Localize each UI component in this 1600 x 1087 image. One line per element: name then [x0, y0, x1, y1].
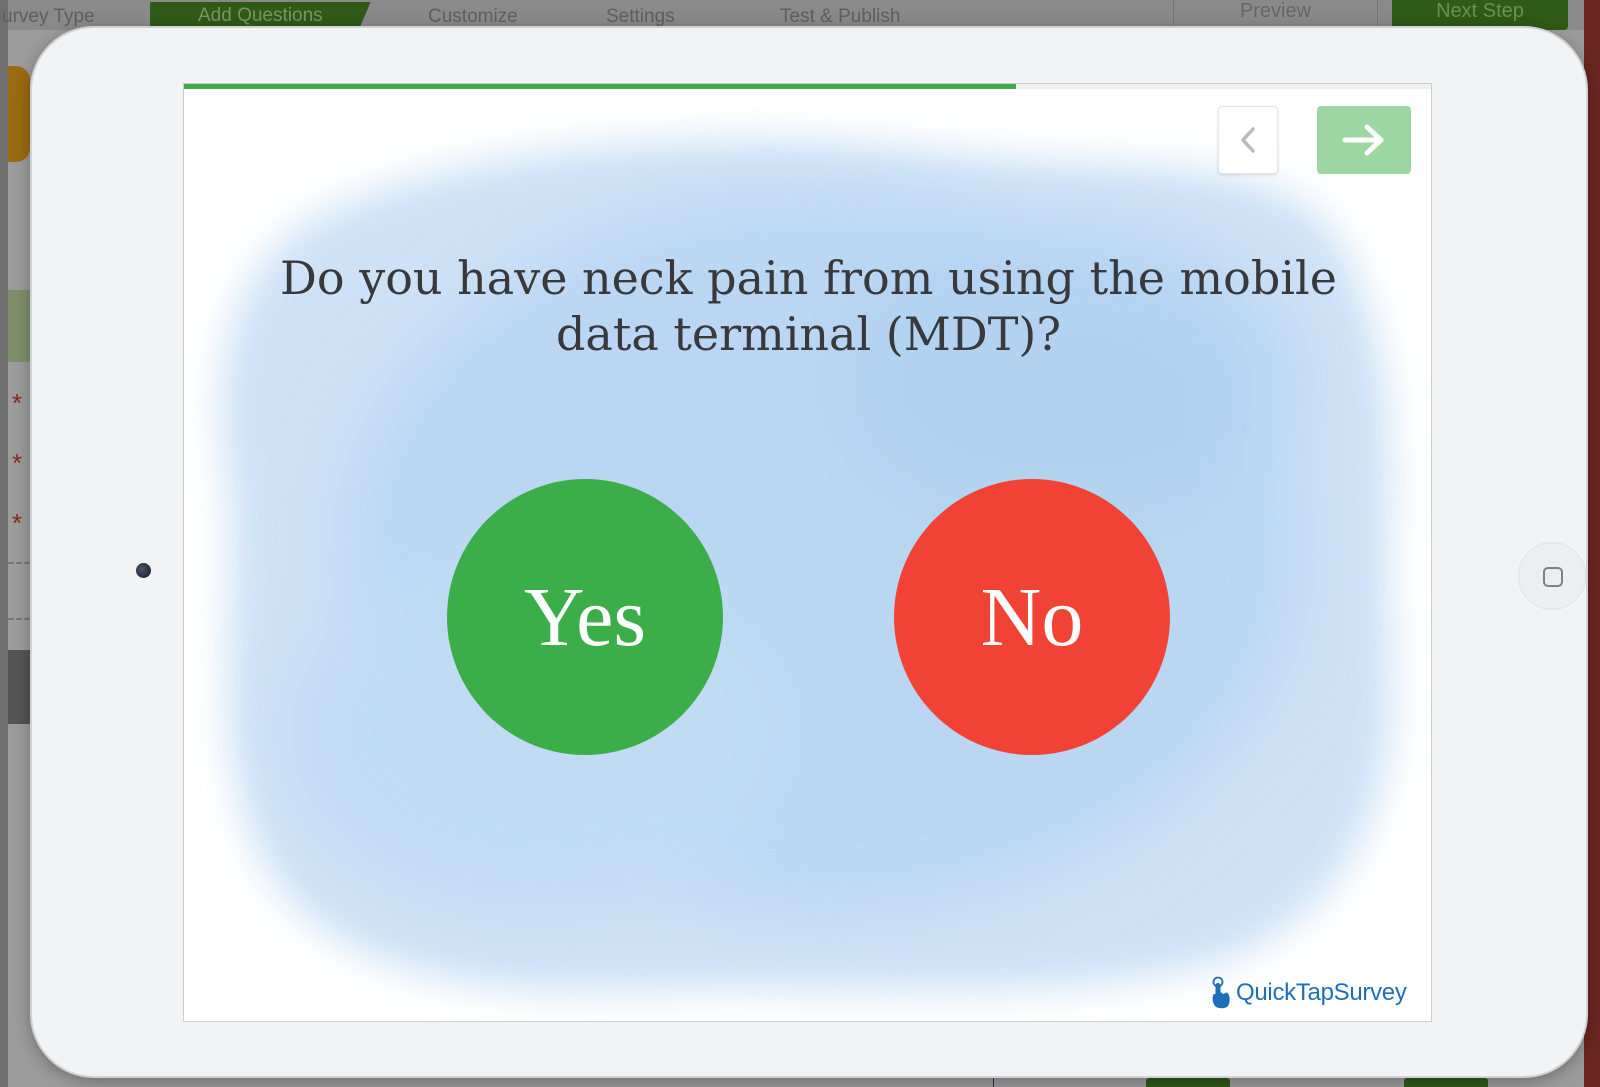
step-customize: Customize — [428, 6, 518, 27]
progress-track — [184, 84, 1431, 89]
badge — [1404, 1078, 1488, 1087]
step-add-questions: Add Questions — [150, 2, 371, 28]
chevron-left-icon — [1241, 127, 1255, 153]
survey-screen: Do you have neck pain from using the mob… — [183, 83, 1432, 1022]
question-text: Do you have neck pain from using the mob… — [280, 251, 1337, 361]
required-asterisk: * — [12, 448, 23, 478]
next-step-button: Next Step — [1392, 0, 1568, 30]
edge-strip — [1584, 0, 1600, 1087]
brand-name: QuickTapSurvey — [1236, 979, 1407, 1006]
watercolor-background — [220, 140, 1394, 993]
step-settings: Settings — [606, 6, 675, 27]
camera-dot — [136, 563, 151, 578]
tap-hand-icon — [1212, 976, 1230, 1009]
preview-button: Preview — [1173, 0, 1378, 28]
yes-button[interactable]: Yes — [447, 479, 723, 755]
progress-bar — [184, 84, 1016, 89]
step-survey-type: urvey Type — [2, 6, 95, 27]
brand-logo: QuickTapSurvey — [1210, 976, 1407, 1010]
home-square-icon — [1543, 567, 1563, 587]
back-button[interactable] — [1218, 106, 1278, 174]
badge — [1146, 1078, 1230, 1087]
required-asterisk: * — [12, 388, 23, 418]
avatar — [8, 66, 30, 162]
home-button[interactable] — [1518, 542, 1586, 610]
required-asterisk: * — [12, 508, 23, 538]
step-test-publish: Test & Publish — [780, 6, 901, 27]
arrow-right-icon — [1342, 124, 1384, 156]
next-button[interactable] — [1317, 106, 1411, 174]
wizard-steps-bar: urvey Type Add Questions Customize Setti… — [2, 0, 1600, 30]
no-button[interactable]: No — [894, 479, 1170, 755]
